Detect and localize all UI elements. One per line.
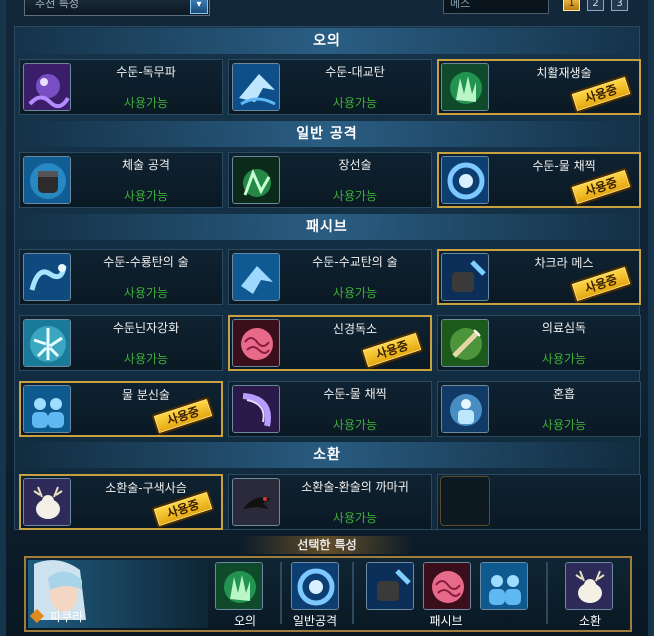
skill-card[interactable]: 수둔-물 채찍 사용가능	[228, 381, 432, 437]
skill-card[interactable]: 소환술-환술의 까마귀 사용가능	[228, 474, 432, 530]
chakra-scalpel-icon[interactable]	[366, 562, 414, 610]
skill-card[interactable]: 혼흡 사용가능	[437, 381, 641, 437]
divider	[352, 562, 354, 624]
selected-traits-title: 선택한 특성	[240, 536, 414, 554]
selected-label-ougi: 오의	[233, 614, 257, 628]
section-normal-title: 일반 공격	[14, 121, 640, 147]
empty-slot	[440, 476, 490, 526]
chakra-scalpel-icon	[441, 253, 489, 301]
page-button-1[interactable]: 1	[563, 0, 580, 11]
skill-card[interactable]: 수둔-물 채찍 사용중	[437, 152, 641, 208]
healing-hand-icon	[441, 63, 489, 111]
skill-card[interactable]: 물 분신술 사용중	[19, 381, 223, 437]
selected-label-normal: 일반공격	[292, 614, 338, 628]
shark-icon	[232, 63, 280, 111]
section-summon-title: 소환	[14, 442, 640, 468]
water-kanji-icon	[23, 319, 71, 367]
skill-card[interactable]: 수둔-독무파 사용가능	[19, 59, 223, 115]
water-whirl-icon	[441, 156, 489, 204]
water-whirl-icon[interactable]	[291, 562, 339, 610]
section-passive-title: 패시브	[14, 214, 640, 240]
skill-name: 체술 공격	[122, 158, 170, 172]
selected-label-summon: 소환	[578, 614, 602, 628]
skill-status: 사용가능	[332, 418, 378, 432]
skill-status: 사용가능	[123, 189, 169, 203]
skill-status: 사용가능	[332, 189, 378, 203]
water-clone-icon[interactable]	[480, 562, 528, 610]
skill-card[interactable]: 소환술-구색사슴 사용중	[19, 474, 223, 530]
divider	[546, 562, 548, 624]
skill-status: 사용가능	[541, 352, 587, 366]
water-shark-icon	[232, 253, 280, 301]
brain-icon	[232, 319, 280, 367]
water-clone-icon	[23, 385, 71, 433]
selected-label-passive: 패시브	[429, 614, 463, 628]
skill-name: 수둔-물 채찍	[323, 387, 387, 401]
syringe-icon	[441, 319, 489, 367]
chevron-down-icon[interactable]: ▾	[190, 0, 208, 14]
skill-status: 사용가능	[332, 286, 378, 300]
crow-icon	[232, 478, 280, 526]
skill-card[interactable]: 차크라 메스 사용중	[437, 249, 641, 305]
skill-name: 수둔닌자강화	[112, 321, 180, 335]
skill-card[interactable]: 체술 공격 사용가능	[19, 152, 223, 208]
skill-status: 사용가능	[541, 418, 587, 432]
green-hand-icon	[232, 156, 280, 204]
skill-status: 사용가능	[123, 96, 169, 110]
skill-name: 소환술-환술의 까마귀	[301, 480, 409, 494]
water-dragon-icon	[23, 253, 71, 301]
dropdown-label: 추천 특성	[35, 0, 79, 10]
page-button-3[interactable]: 3	[611, 0, 628, 11]
white-deer-icon	[23, 478, 71, 526]
recommended-trait-dropdown[interactable]: 추천 특성 ▾	[24, 0, 210, 16]
skill-card[interactable]: 치활재생술 사용중	[437, 59, 641, 115]
skill-name: 의료심독	[541, 321, 587, 335]
skill-status: 사용가능	[123, 286, 169, 300]
skill-name: 수둔-수룡탄의 술	[103, 255, 189, 269]
blue-aura-icon	[441, 385, 489, 433]
currency-label: 메스	[450, 0, 471, 10]
skill-name: 장선술	[338, 158, 372, 172]
skill-card[interactable]: 장선술 사용가능	[228, 152, 432, 208]
skill-name: 수둔-독무파	[116, 65, 176, 79]
skill-status: 사용가능	[332, 96, 378, 110]
healing-hand-icon[interactable]	[215, 562, 263, 610]
brain-icon[interactable]	[423, 562, 471, 610]
skill-name: 혼흡	[552, 387, 576, 401]
skill-card[interactable]: 수둔-수교탄의 술 사용가능	[228, 249, 432, 305]
character-name: 파쿠라	[50, 610, 84, 624]
skill-status: 사용가능	[332, 511, 378, 525]
water-whip-icon	[232, 385, 280, 433]
skill-card[interactable]: 수둔닌자강화 사용가능	[19, 315, 223, 371]
skill-name: 수둔-수교탄의 술	[312, 255, 398, 269]
skill-card[interactable]: 수둔-대교탄 사용가능	[228, 59, 432, 115]
currency-field: 메스	[443, 0, 549, 14]
skill-status: 사용가능	[123, 352, 169, 366]
white-deer-icon[interactable]	[565, 562, 613, 610]
section-ougi-title: 오의	[14, 28, 640, 54]
page-button-2[interactable]: 2	[587, 0, 604, 11]
wave-yin-yang-icon	[23, 63, 71, 111]
skill-card[interactable]: 신경독소 사용중	[228, 315, 432, 371]
fist-icon	[23, 156, 71, 204]
skill-card[interactable]: 의료심독 사용가능	[437, 315, 641, 371]
skill-card[interactable]: 수둔-수룡탄의 술 사용가능	[19, 249, 223, 305]
skill-name: 수둔-대교탄	[325, 65, 385, 79]
